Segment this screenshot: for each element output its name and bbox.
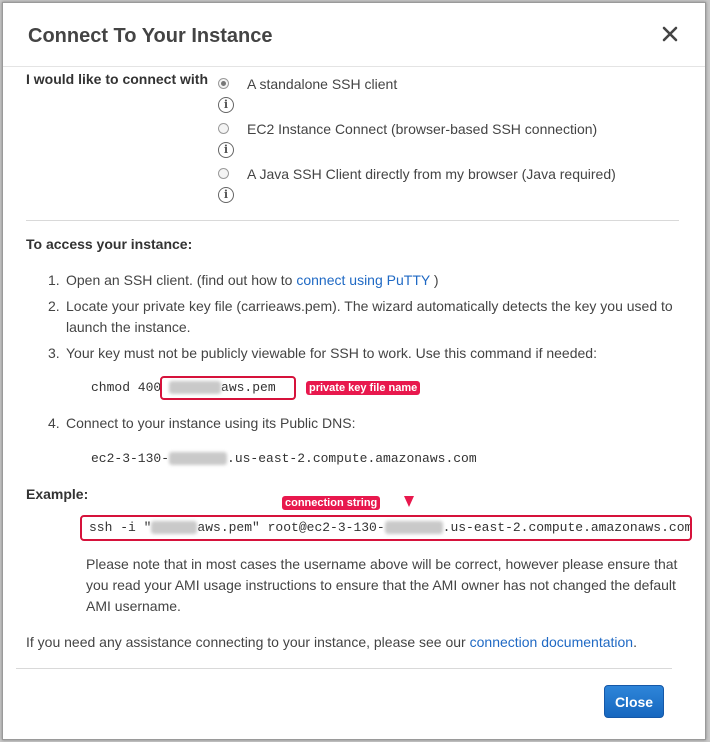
option-label: A Java SSH Client directly from my brows… [247, 166, 616, 182]
step-text-line2: launch the instance. [66, 319, 191, 335]
step-number: 2. [48, 298, 60, 314]
assistance-pre: If you need any assistance connecting to… [26, 634, 466, 650]
step-text: Connect to your instance using its Publi… [66, 415, 356, 431]
radio-java-ssh[interactable] [218, 168, 229, 179]
divider [16, 668, 672, 669]
radio-instance-connect[interactable] [218, 123, 229, 134]
redacted-text [169, 452, 228, 466]
public-dns: ec2-3-130- .us-east-2.compute.amazonaws.c… [91, 451, 477, 466]
dns-suffix: .us-east-2.compute.amazonaws.com [227, 451, 477, 466]
connection-string-highlight [80, 515, 692, 541]
example-title: Example: [26, 486, 89, 502]
info-icon[interactable]: i [218, 97, 234, 113]
chmod-prefix: chmod 400 [91, 380, 170, 395]
dns-prefix: ec2-3-130- [91, 451, 170, 466]
step-text: Locate your private key file (carrieaws.… [66, 298, 673, 314]
step-text-end: ) [433, 272, 439, 288]
arrow-down-icon [404, 496, 414, 507]
key-file-highlight [160, 376, 296, 400]
username-note: Please note that in most cases the usern… [86, 556, 678, 614]
connect-dialog: Connect To Your Instance [2, 2, 706, 740]
dialog-header: Connect To Your Instance [3, 3, 705, 67]
close-icon[interactable] [659, 23, 681, 45]
connect-with-label: I would like to connect with [26, 71, 209, 87]
step-number: 1. [48, 272, 60, 288]
close-button[interactable]: Close [604, 685, 664, 718]
key-file-annotation: private key file name [306, 381, 421, 395]
assistance-text: If you need any assistance connecting to… [26, 634, 637, 650]
step-text: Your key must not be publicly viewable f… [66, 345, 597, 361]
conn-string-annotation: connection string [282, 496, 381, 510]
connection-documentation-link[interactable]: connection documentation [470, 634, 633, 650]
access-title: To access your instance: [26, 236, 193, 252]
step-number: 4. [48, 415, 60, 431]
option-label: A standalone SSH client [247, 76, 398, 92]
option-label: EC2 Instance Connect (browser-based SSH … [247, 121, 598, 137]
info-icon[interactable]: i [218, 142, 234, 158]
assistance-post: . [633, 634, 637, 650]
dialog-title: Connect To Your Instance [28, 25, 273, 47]
putty-link[interactable]: connect using PuTTY [296, 272, 430, 288]
info-icon[interactable]: i [218, 187, 234, 203]
radio-standalone-ssh[interactable] [218, 78, 229, 89]
divider [26, 220, 679, 221]
step-text: Open an SSH client. (find out how to [66, 272, 293, 288]
step-number: 3. [48, 345, 60, 361]
